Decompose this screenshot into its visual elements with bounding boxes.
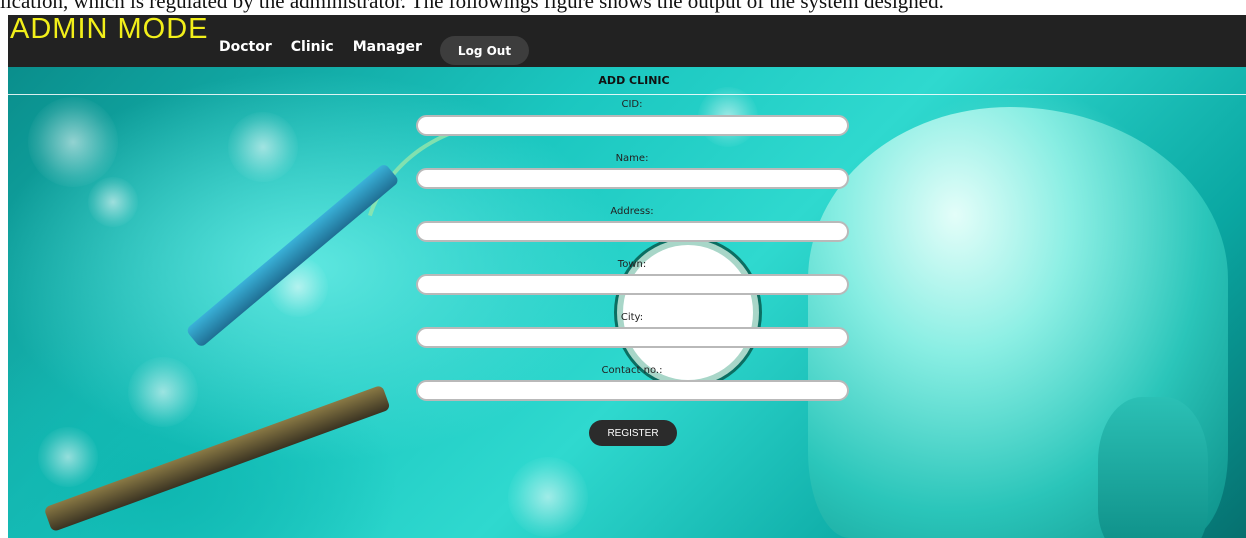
logout-button[interactable]: Log Out	[440, 36, 529, 65]
address-input[interactable]	[416, 221, 849, 242]
top-navigation-bar: ADMIN MODE Doctor Clinic Manager Log Out	[8, 13, 1246, 67]
contact-no-input[interactable]	[416, 380, 849, 401]
main-nav: Doctor Clinic Manager	[219, 39, 441, 55]
add-clinic-form: ADD CLINIC CID: Name: Address: Town: Cit…	[8, 67, 1246, 538]
nav-clinic-link[interactable]: Clinic	[291, 39, 334, 55]
document-caption-text: lication, which is regulated by the admi…	[0, 0, 944, 13]
nav-doctor-link[interactable]: Doctor	[219, 39, 272, 55]
nav-manager-link[interactable]: Manager	[353, 39, 422, 55]
cid-input[interactable]	[416, 115, 849, 136]
cid-label: CID:	[621, 99, 643, 110]
admin-mode-title: ADMIN MODE	[10, 13, 209, 45]
address-label: Address:	[610, 206, 654, 217]
form-title: ADD CLINIC	[598, 74, 670, 87]
contact-no-label: Contact no.:	[601, 365, 663, 376]
city-input[interactable]	[416, 327, 849, 348]
town-input[interactable]	[416, 274, 849, 295]
name-label: Name:	[615, 153, 649, 164]
name-input[interactable]	[416, 168, 849, 189]
dental-background-panel: ADD CLINIC CID: Name: Address: Town: Cit…	[8, 67, 1246, 538]
register-button[interactable]: REGISTER	[589, 420, 677, 446]
town-label: Town:	[617, 259, 647, 270]
city-label: City:	[620, 312, 644, 323]
